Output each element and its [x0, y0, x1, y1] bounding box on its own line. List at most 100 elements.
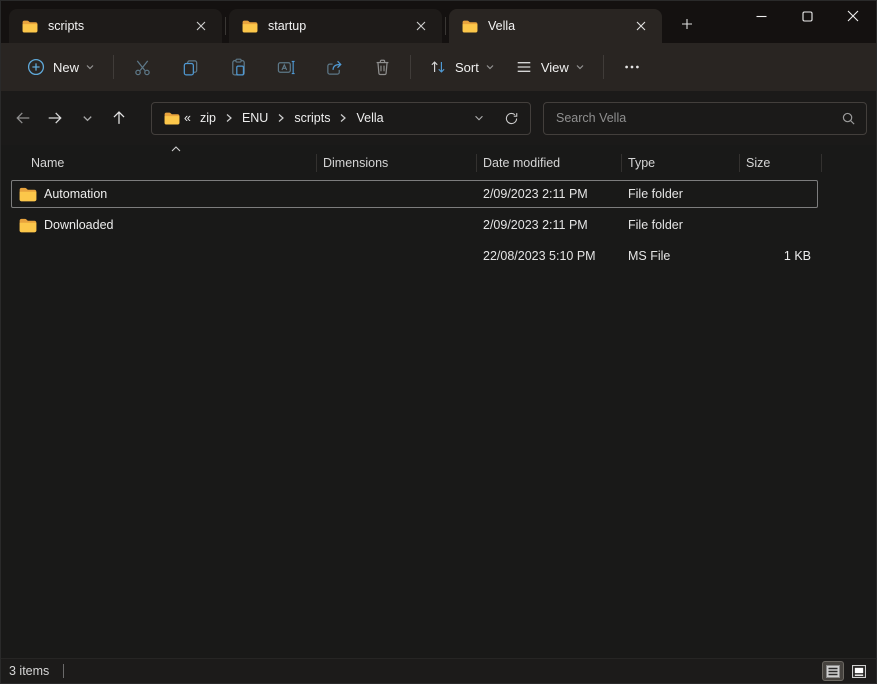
- file-date-modified: 2/09/2023 2:11 PM: [476, 218, 621, 232]
- chevron-right-icon[interactable]: [224, 113, 234, 123]
- tab-scripts[interactable]: scripts: [9, 9, 222, 43]
- cut-icon: [133, 58, 152, 77]
- column-divider[interactable]: [621, 154, 622, 172]
- up-button[interactable]: [103, 102, 135, 134]
- new-button[interactable]: New: [17, 52, 105, 82]
- paste-button[interactable]: [218, 49, 258, 85]
- toolbar-separator: [603, 55, 604, 79]
- chevron-down-icon: [81, 112, 94, 125]
- plus-icon: [681, 18, 693, 30]
- delete-button[interactable]: [362, 49, 402, 85]
- file-type: File folder: [621, 218, 739, 232]
- close-window-button[interactable]: [830, 1, 876, 31]
- file-row-downloaded[interactable]: Downloaded 2/09/2023 2:11 PM File folder: [11, 211, 818, 239]
- navigation-bar: « zip ENU scripts Vella: [1, 91, 876, 145]
- chevron-down-icon: [473, 112, 485, 124]
- folder-icon: [22, 20, 38, 33]
- breadcrumb-overflow[interactable]: «: [180, 108, 192, 128]
- breadcrumb-item-scripts[interactable]: scripts: [288, 108, 336, 128]
- tab-close-button[interactable]: [630, 15, 652, 37]
- folder-icon: [462, 20, 478, 33]
- share-icon: [325, 58, 344, 77]
- large-icons-view-icon: [852, 665, 866, 678]
- column-header-date-modified[interactable]: Date modified: [476, 156, 621, 170]
- breadcrumb-item-zip[interactable]: zip: [194, 108, 222, 128]
- column-header-size[interactable]: Size: [739, 156, 823, 170]
- file-row-automation[interactable]: Automation 2/09/2023 2:11 PM File folder: [11, 180, 818, 208]
- see-more-button[interactable]: [612, 49, 652, 85]
- file-date-modified: 2/09/2023 2:11 PM: [476, 187, 621, 201]
- forward-icon: [46, 109, 64, 127]
- details-view-icon: [826, 665, 840, 678]
- view-button[interactable]: View: [505, 52, 595, 82]
- breadcrumb-item-enu[interactable]: ENU: [236, 108, 274, 128]
- paste-icon: [229, 58, 248, 77]
- search-icon: [841, 111, 856, 126]
- copy-icon: [181, 58, 200, 77]
- back-button[interactable]: [7, 102, 39, 134]
- column-divider[interactable]: [476, 154, 477, 172]
- close-icon: [636, 21, 646, 31]
- tab-strip: scripts startup Vella: [1, 1, 702, 43]
- file-explorer-window: scripts startup Vella: [0, 0, 877, 684]
- minimize-button[interactable]: [738, 1, 784, 31]
- column-headers: Name Dimensions Date modified Type Size: [11, 149, 823, 177]
- status-divider: [63, 664, 64, 678]
- sort-button[interactable]: Sort: [419, 52, 505, 82]
- view-toggles: [822, 661, 870, 681]
- address-dropdown-button[interactable]: [466, 105, 492, 131]
- new-tab-button[interactable]: [672, 11, 702, 37]
- column-divider[interactable]: [821, 154, 822, 172]
- back-icon: [14, 109, 32, 127]
- new-item-icon: [27, 58, 45, 76]
- copy-button[interactable]: [170, 49, 210, 85]
- folder-icon: [19, 218, 37, 233]
- large-icons-view-button[interactable]: [848, 661, 870, 681]
- breadcrumb-item-vella[interactable]: Vella: [350, 108, 389, 128]
- search-input[interactable]: [556, 111, 841, 125]
- folder-icon: [164, 112, 180, 125]
- new-button-label: New: [53, 60, 79, 75]
- chevron-down-icon: [85, 62, 95, 72]
- sort-button-label: Sort: [455, 60, 479, 75]
- file-row-unnamed[interactable]: 22/08/2023 5:10 PM MS File 1 KB: [11, 242, 818, 270]
- column-header-type[interactable]: Type: [621, 156, 739, 170]
- tab-startup[interactable]: startup: [229, 9, 442, 43]
- details-view-button[interactable]: [822, 661, 844, 681]
- tab-vella[interactable]: Vella: [449, 9, 662, 43]
- tab-separator: [445, 17, 446, 35]
- address-bar[interactable]: « zip ENU scripts Vella: [151, 102, 531, 135]
- share-button[interactable]: [314, 49, 354, 85]
- maximize-button[interactable]: [784, 1, 830, 31]
- tab-close-button[interactable]: [190, 15, 212, 37]
- items-count: 3 items: [9, 664, 49, 678]
- sort-ascending-caret-icon: [171, 146, 181, 152]
- file-rows: Automation 2/09/2023 2:11 PM File folder…: [1, 180, 876, 270]
- cut-button[interactable]: [122, 49, 162, 85]
- file-size: 1 KB: [739, 249, 819, 263]
- close-icon: [847, 10, 859, 22]
- tab-close-button[interactable]: [410, 15, 432, 37]
- toolbar-separator: [410, 55, 411, 79]
- rename-icon: [277, 58, 296, 77]
- search-box: [543, 102, 867, 135]
- recent-locations-button[interactable]: [71, 102, 103, 134]
- up-icon: [110, 109, 128, 127]
- close-icon: [416, 21, 426, 31]
- toolbar-separator: [113, 55, 114, 79]
- forward-button[interactable]: [39, 102, 71, 134]
- rename-button[interactable]: [266, 49, 306, 85]
- column-divider[interactable]: [316, 154, 317, 172]
- column-header-dimensions[interactable]: Dimensions: [316, 156, 476, 170]
- column-divider[interactable]: [739, 154, 740, 172]
- address-bar-controls: [466, 105, 524, 131]
- chevron-right-icon[interactable]: [338, 113, 348, 123]
- tab-bar: scripts startup Vella: [1, 1, 876, 43]
- more-icon: [623, 58, 641, 76]
- file-list-area: Name Dimensions Date modified Type Size …: [1, 145, 876, 658]
- column-header-name[interactable]: Name: [11, 156, 316, 170]
- window-caption-controls: [738, 1, 876, 31]
- chevron-right-icon[interactable]: [276, 113, 286, 123]
- folder-icon: [242, 20, 258, 33]
- refresh-button[interactable]: [498, 105, 524, 131]
